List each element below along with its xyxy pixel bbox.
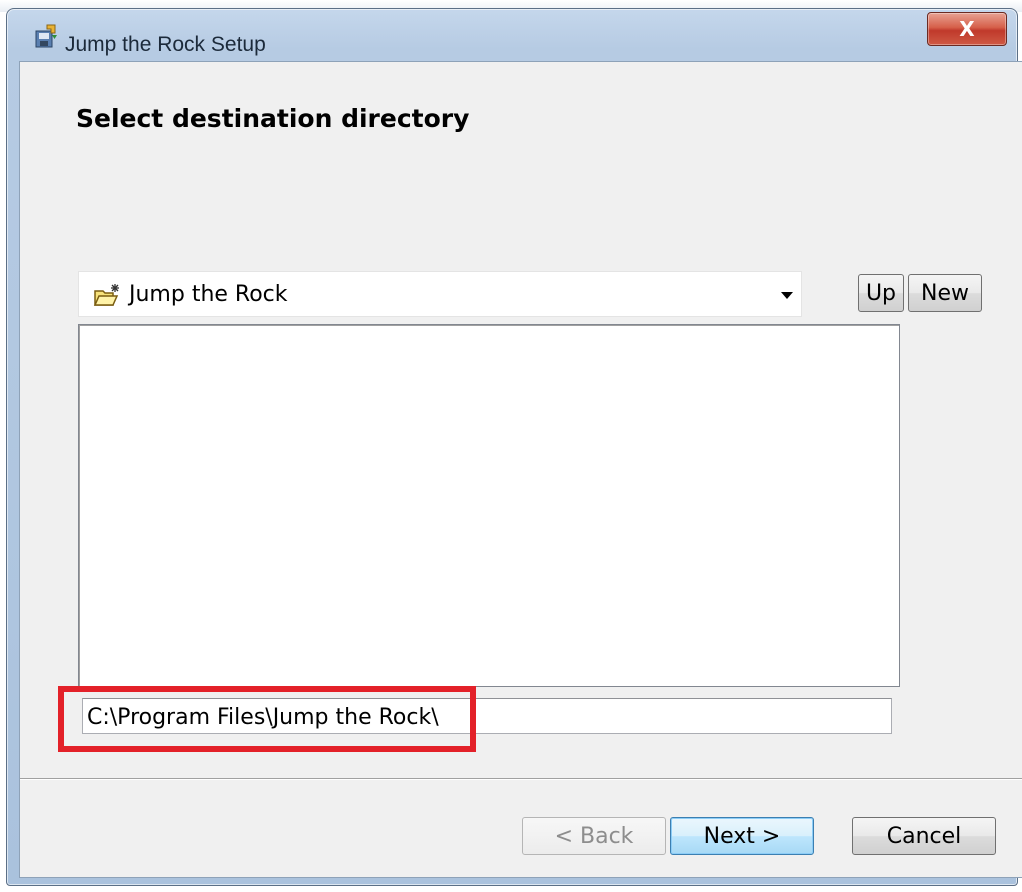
footer-divider <box>20 778 1022 780</box>
folder-list[interactable] <box>78 324 900 687</box>
window-title: Jump the Rock Setup <box>65 33 266 56</box>
setup-window: Jump the Rock Setup X Select destination… <box>6 8 1022 886</box>
title-bar[interactable]: Jump the Rock Setup X <box>7 9 1017 61</box>
page-title: Select destination directory <box>76 104 470 133</box>
back-button[interactable]: < Back <box>522 817 666 855</box>
new-folder-button[interactable]: New <box>908 274 982 312</box>
folder-dropdown[interactable]: Jump the Rock <box>78 271 802 317</box>
next-button[interactable]: Next > <box>670 817 814 855</box>
destination-path-input[interactable] <box>82 698 892 734</box>
folder-dropdown-value: Jump the Rock <box>129 282 288 307</box>
wizard-client-area: Select destination directory Jump the Ro… <box>19 61 1022 878</box>
new-folder-icon <box>93 283 121 307</box>
close-button[interactable]: X <box>927 12 1007 46</box>
installer-icon <box>33 23 59 49</box>
close-icon: X <box>959 17 975 41</box>
cancel-button[interactable]: Cancel <box>852 817 996 855</box>
up-button[interactable]: Up <box>858 274 904 312</box>
chevron-down-icon[interactable] <box>781 292 793 299</box>
